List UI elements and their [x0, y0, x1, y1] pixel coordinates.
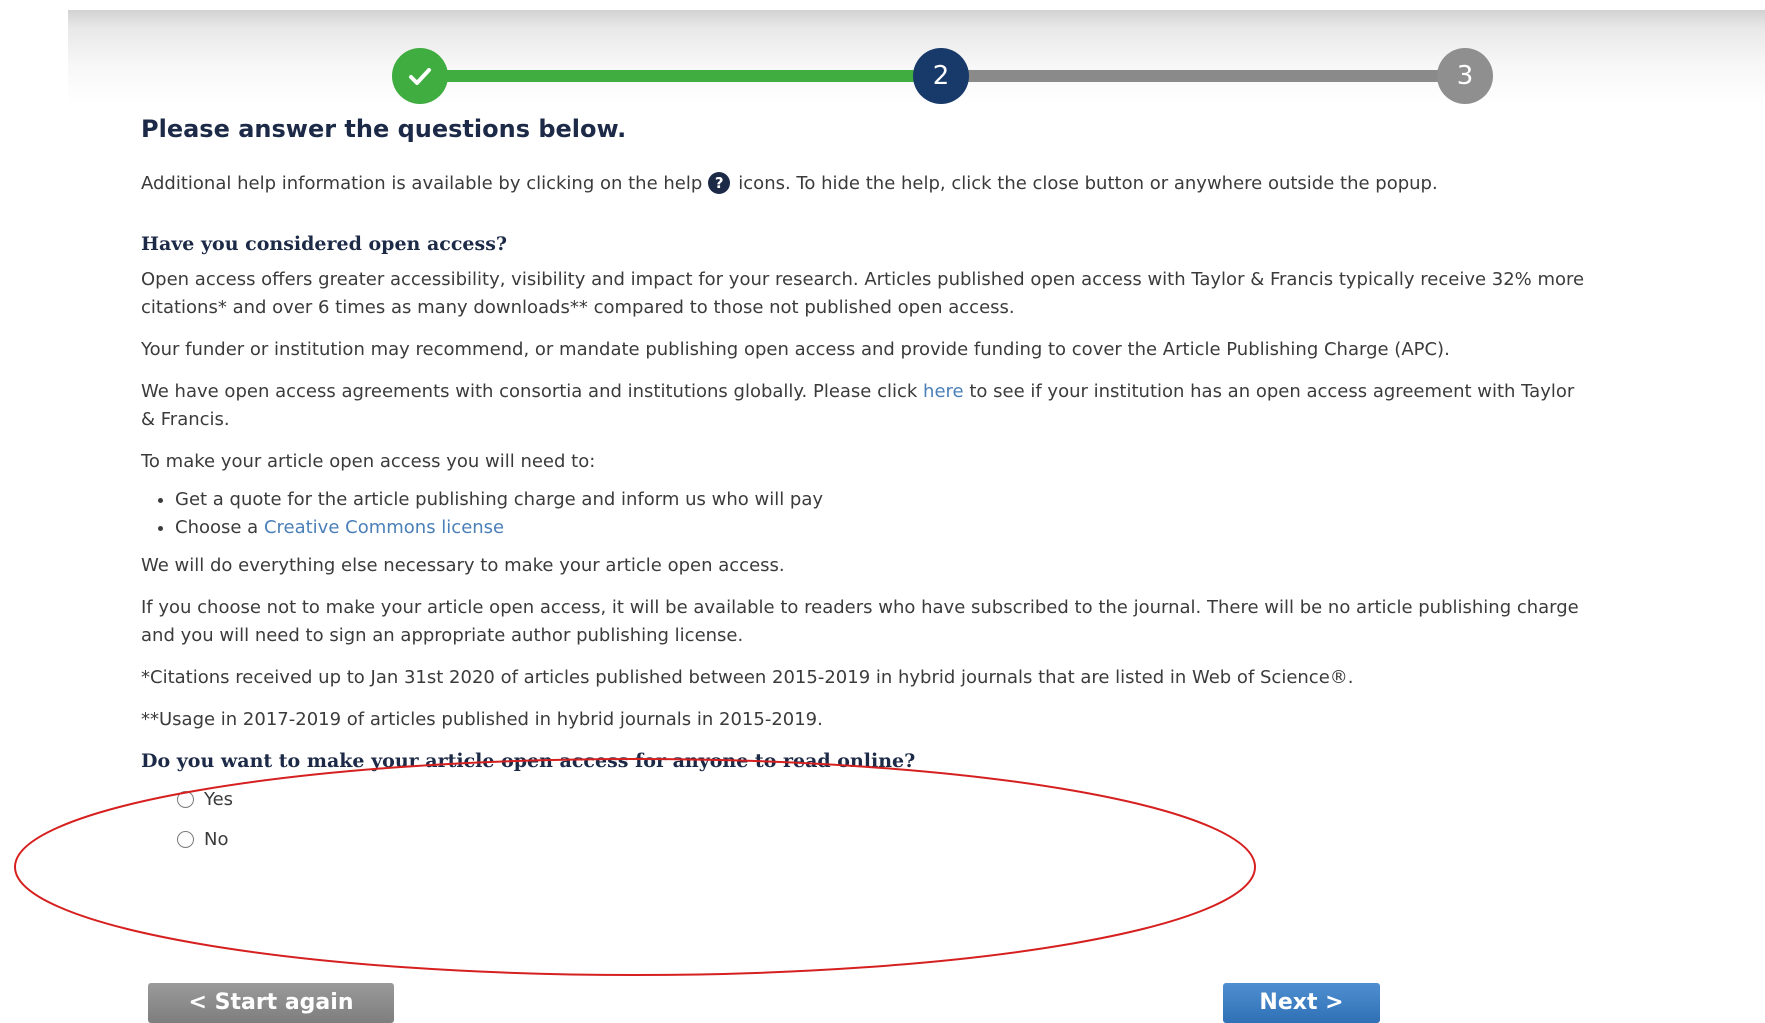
paragraph-3-line-2: & Francis. [141, 409, 230, 430]
list-item: Get a quote for the article publishing c… [175, 486, 823, 514]
next-button[interactable]: Next > [1223, 983, 1380, 1023]
paragraph-6-line-1: If you choose not to make your article o… [141, 597, 1579, 618]
progress-track-remaining [940, 70, 1460, 82]
yes-radio-button[interactable] [177, 791, 194, 808]
yes-radio-label: Yes [204, 789, 234, 810]
page-title: Please answer the questions below. [141, 115, 627, 143]
footnote-citations: *Citations received up to Jan 31st 2020 … [141, 667, 1354, 688]
open-access-question: Do you want to make your article open ac… [141, 750, 916, 772]
section-heading: Have you considered open access? [141, 233, 508, 255]
institution-agreement-link[interactable]: here [923, 381, 964, 402]
paragraph-1-line-2: citations* and over 6 times as many down… [141, 297, 1015, 318]
paragraph-3-line-1: We have open access agreements with cons… [141, 378, 1574, 406]
paragraph-3-post: to see if your institution has an open a… [963, 381, 1575, 402]
no-radio-label: No [204, 829, 229, 850]
bullet-2-pre: Choose a [175, 517, 264, 538]
paragraph-3-pre: We have open access agreements with cons… [141, 381, 924, 402]
requirements-list: Get a quote for the article publishing c… [141, 486, 823, 542]
list-item: Choose a Creative Commons license [175, 514, 823, 542]
help-icon[interactable]: ? [708, 172, 731, 194]
paragraph-5: We will do everything else necessary to … [141, 555, 785, 576]
help-info-pre: Additional help information is available… [141, 173, 703, 194]
paragraph-4: To make your article open access you wil… [141, 451, 596, 472]
help-info-post: icons. To hide the help, click the close… [738, 173, 1438, 194]
radio-option-yes[interactable]: Yes [177, 789, 233, 810]
no-radio-button[interactable] [177, 831, 194, 848]
paragraph-1-line-1: Open access offers greater accessibility… [141, 269, 1585, 290]
creative-commons-link[interactable]: Creative Commons license [264, 517, 504, 538]
checkmark-icon [409, 68, 431, 85]
progress-track-completed [430, 70, 950, 82]
help-info-text: Additional help information is available… [141, 170, 1438, 198]
footnote-usage: **Usage in 2017-2019 of articles publish… [141, 709, 823, 730]
start-again-button[interactable]: < Start again [148, 983, 394, 1023]
step-2-current: 2 [913, 48, 969, 104]
step-1-completed [392, 48, 448, 104]
paragraph-2: Your funder or institution may recommend… [141, 339, 1450, 360]
paragraph-6-line-2: and you will need to sign an appropriate… [141, 625, 744, 646]
step-3-upcoming: 3 [1437, 48, 1493, 104]
radio-option-no[interactable]: No [177, 829, 228, 850]
